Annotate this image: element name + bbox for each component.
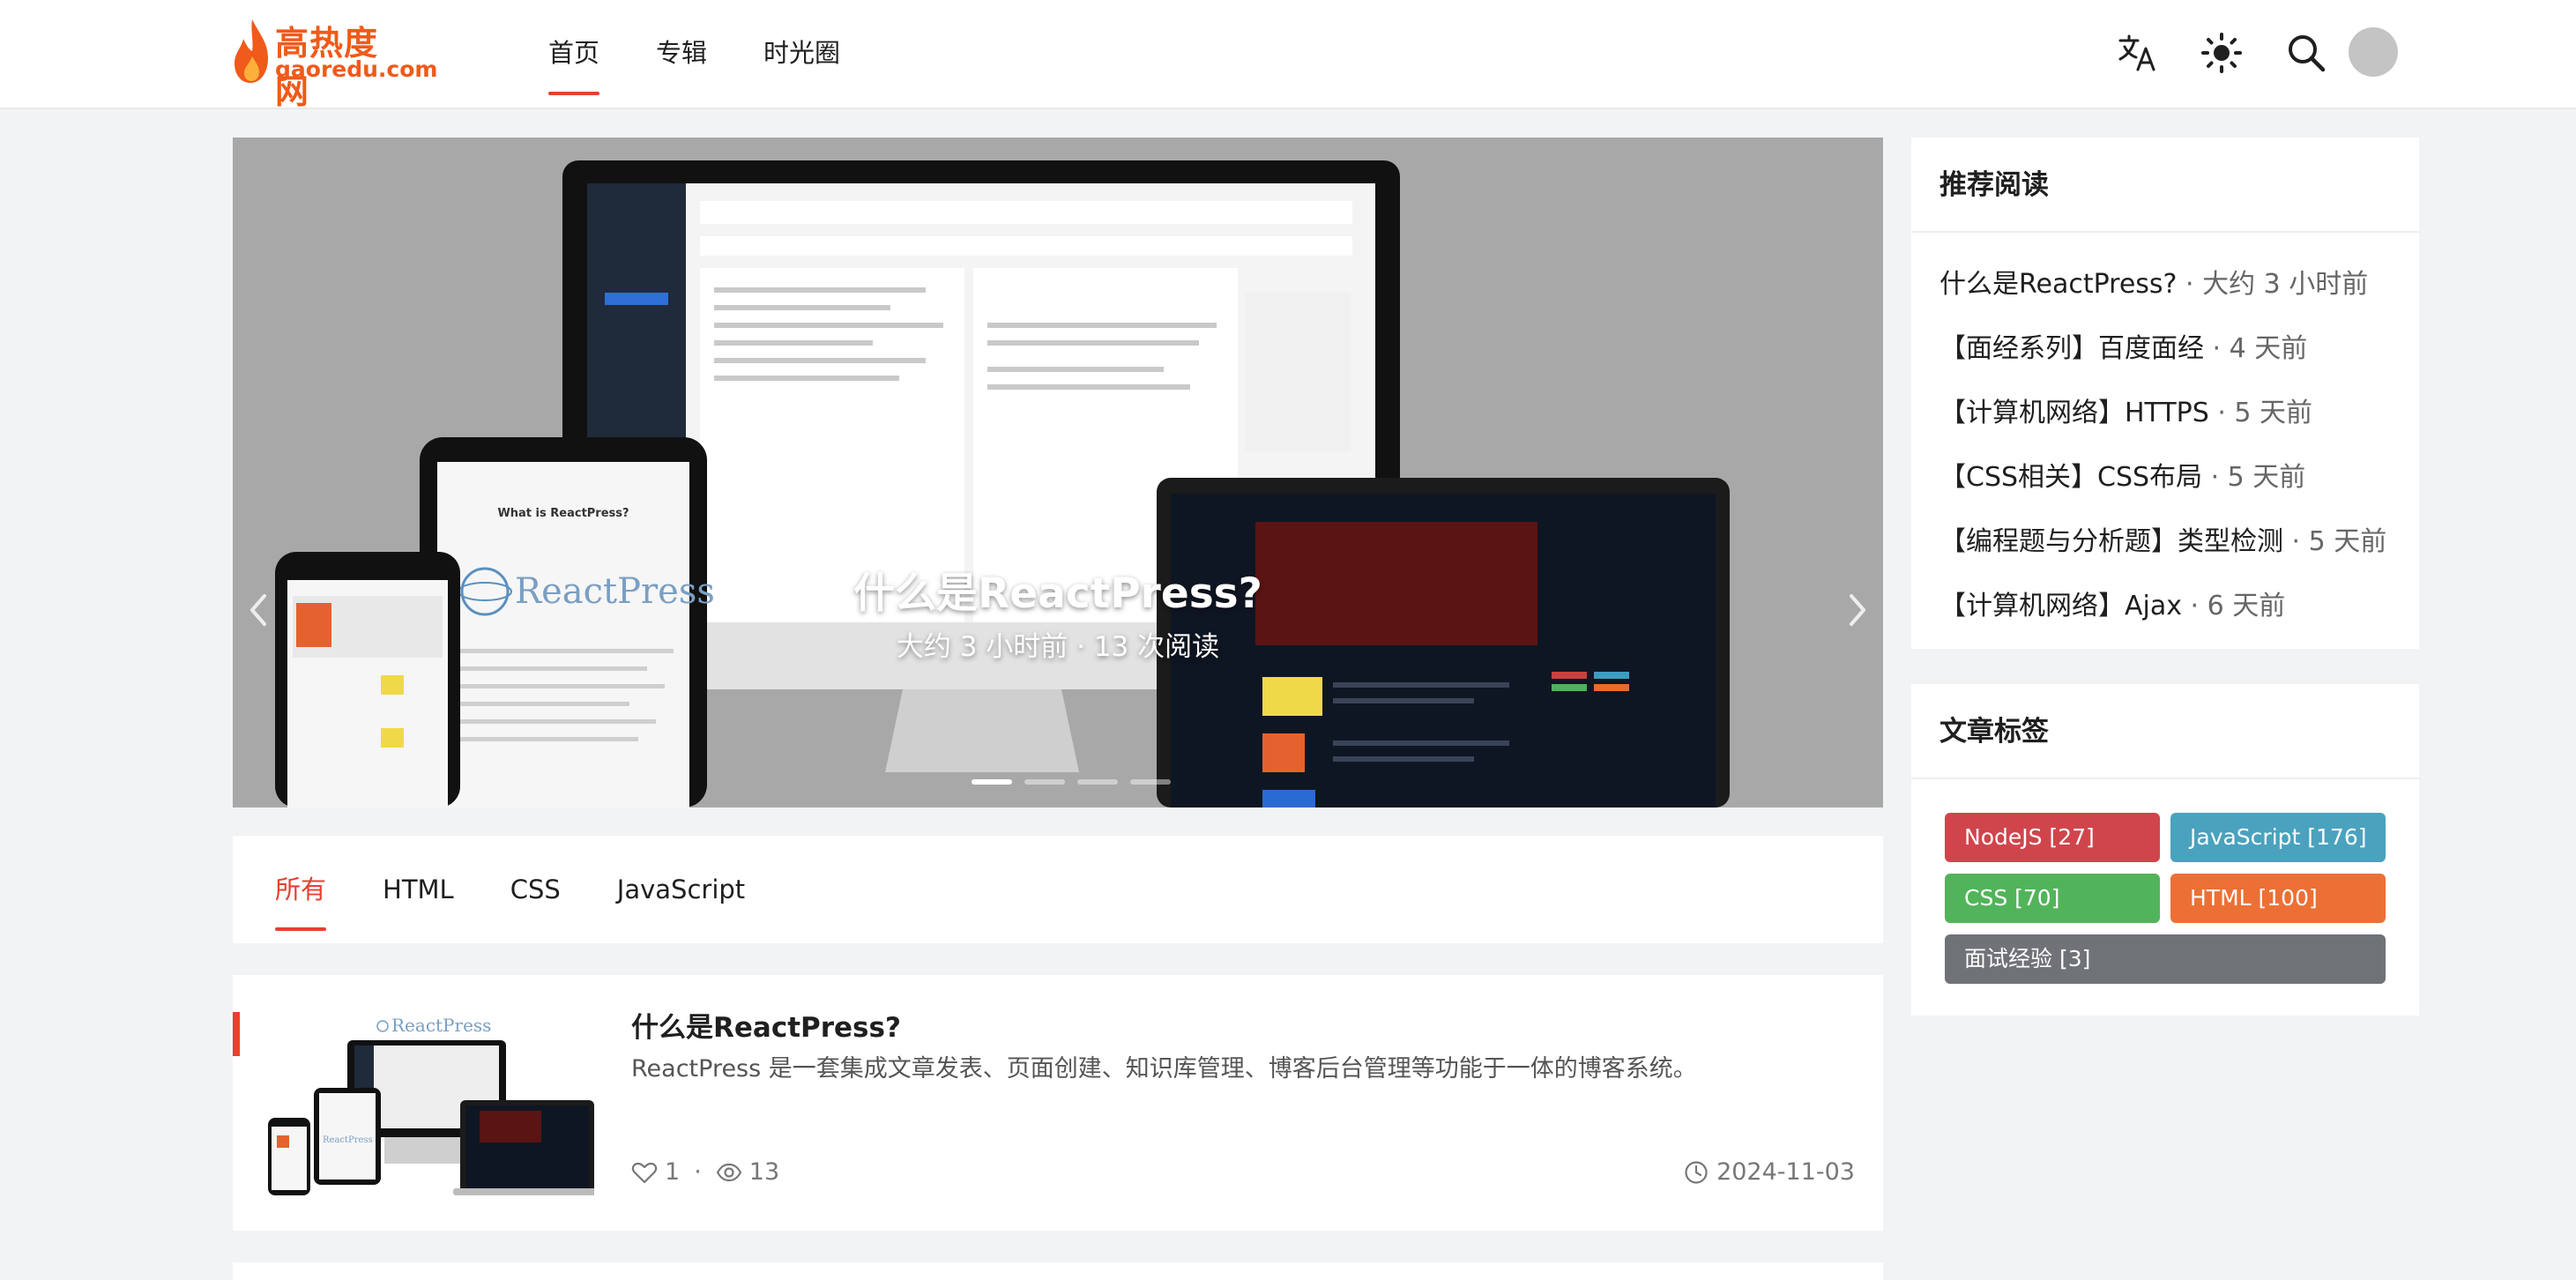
article-highlight-marker [233,1012,240,1056]
recommend-item-title: 【计算机网络】HTTPS [1939,398,2209,428]
recommend-item[interactable]: 【编程题与分析题】类型检测 · 5 天前 [1911,510,2419,574]
svg-text:What is ReactPress?: What is ReactPress? [497,507,629,520]
carousel-indicators [972,779,1183,785]
nav-albums[interactable]: 专辑 [656,0,707,109]
category-tabs: 所有 HTML CSS JavaScript [233,836,1883,943]
tab-css[interactable]: CSS [510,836,561,943]
translate-icon[interactable] [2112,28,2162,78]
tab-all[interactable]: 所有 [275,836,327,943]
eye-icon [716,1163,742,1181]
tag-css[interactable]: CSS [70] [1945,874,2160,923]
recommend-item-meta: · 4 天前 [2204,333,2308,364]
next-article-card[interactable] [233,1262,1883,1280]
svg-text:ReactPress: ReactPress [391,1015,491,1036]
recommend-item-meta: · 5 天前 [2202,462,2306,493]
svg-text:ReactPress: ReactPress [323,1135,373,1145]
recommend-panel: 推荐阅读 什么是ReactPress? · 大约 3 小时前 【面经系列】百度面… [1911,138,2419,649]
article-date-text: 2024-11-03 [1716,1158,1855,1186]
article-title[interactable]: 什么是ReactPress? [631,1005,901,1045]
recommend-item-title: 【CSS相关】CSS布局 [1939,462,2203,493]
flame-logo-icon [235,19,268,83]
tag-nodejs[interactable]: NodeJS [27] [1945,813,2160,862]
stats-separator: · [694,1158,702,1186]
site-logo[interactable]: 高热度网 gaoredu.com [233,14,437,111]
recommend-item-meta: · 5 天前 [2283,526,2387,557]
carousel-prev-icon[interactable] [242,585,277,635]
carousel-meta: 大约 3 小时前 · 13 次阅读 [896,631,1220,663]
article-summary: ReactPress 是一套集成文章发表、页面创建、知识库管理、博客后台管理等功… [631,1055,1697,1083]
view-count: 13 [748,1158,780,1186]
main-nav: 首页 专辑 时光圈 [548,0,897,109]
carousel-title[interactable]: 什么是ReactPress? [233,559,1883,620]
carousel-next-icon[interactable] [1839,585,1874,635]
recommend-list: 什么是ReactPress? · 大约 3 小时前 【面经系列】百度面经 · 4… [1911,233,2419,638]
tag-cloud: NodeJS [27] JavaScript [176] CSS [70] HT… [1911,779,2419,995]
recommend-item-title: 【面经系列】百度面经 [1939,333,2204,364]
recommend-item[interactable]: 【CSS相关】CSS布局 · 5 天前 [1911,445,2419,510]
clock-icon [1685,1160,1708,1184]
tag-interview[interactable]: 面试经验 [3] [1945,934,2386,984]
article-card[interactable]: ReactPress ReactPress 什么是ReactPress? Rea… [233,975,1883,1231]
recommend-item-meta: · 大约 3 小时前 [2177,269,2369,300]
like-count: 1 [665,1158,681,1186]
sun-icon[interactable] [2197,28,2246,78]
tag-html[interactable]: HTML [100] [2170,874,2386,923]
tag-javascript[interactable]: JavaScript [176] [2170,813,2386,862]
recommend-item-title: 什么是ReactPress? [1939,269,2178,300]
carousel-dot-1[interactable] [972,779,1012,785]
recommend-item-title: 【编程题与分析题】类型检测 [1939,526,2283,557]
carousel-dot-3[interactable] [1077,779,1118,785]
tab-html[interactable]: HTML [383,836,454,943]
carousel-dot-4[interactable] [1130,779,1171,785]
carousel-slide-image: What is ReactPress? ReactPress [233,138,1883,807]
recommend-item-meta: · 5 天前 [2208,398,2313,428]
search-icon[interactable] [2282,28,2331,78]
recommend-item-meta: · 6 天前 [2182,591,2286,621]
recommend-heading: 推荐阅读 [1911,138,2419,233]
tab-javascript[interactable]: JavaScript [617,836,745,943]
carousel-dot-2[interactable] [1024,779,1065,785]
tags-heading: 文章标签 [1911,684,2419,779]
tags-panel: 文章标签 NodeJS [27] JavaScript [176] CSS [7… [1911,684,2419,1016]
nav-moments[interactable]: 时光圈 [763,0,840,109]
nav-home[interactable]: 首页 [548,0,600,109]
article-date: 2024-11-03 [1683,1158,1855,1186]
article-thumbnail[interactable]: ReactPress ReactPress [259,1012,594,1201]
recommend-item[interactable]: 【面经系列】百度面经 · 4 天前 [1911,316,2419,381]
recommend-item[interactable]: 【计算机网络】HTTPS · 5 天前 [1911,381,2419,445]
recommend-item[interactable]: 什么是ReactPress? · 大约 3 小时前 [1911,252,2419,316]
heart-icon[interactable] [631,1159,658,1186]
avatar[interactable] [2349,27,2398,77]
recommend-item-title: 【计算机网络】Ajax [1939,591,2182,621]
hero-carousel[interactable]: What is ReactPress? ReactPress 什么是ReactP… [233,138,1883,807]
recommend-item[interactable]: 【计算机网络】Ajax · 6 天前 [1911,574,2419,638]
top-header: 高热度网 gaoredu.com 首页 专辑 时光圈 [0,0,2576,111]
article-stats: 1 · 13 [631,1158,779,1186]
logo-domain: gaoredu.com [275,56,438,82]
